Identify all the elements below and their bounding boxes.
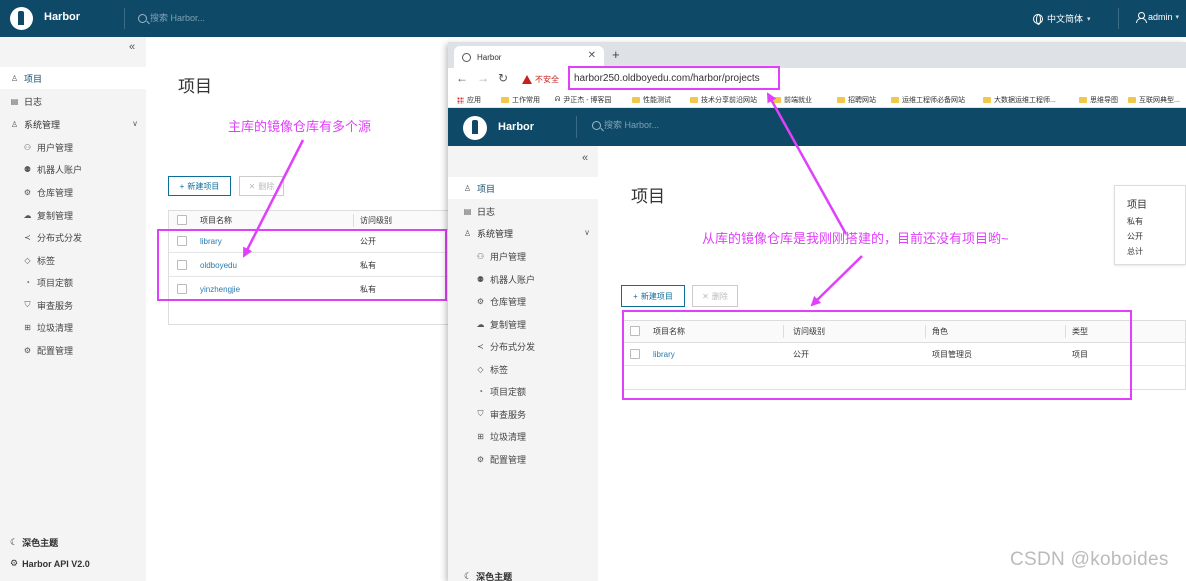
arrow-to-main-table <box>242 139 305 258</box>
annotation-arrows <box>242 92 863 307</box>
arrow-to-inner-table <box>810 255 863 307</box>
arrow-to-url <box>766 92 848 235</box>
watermark: CSDN @koboides <box>1010 549 1169 570</box>
